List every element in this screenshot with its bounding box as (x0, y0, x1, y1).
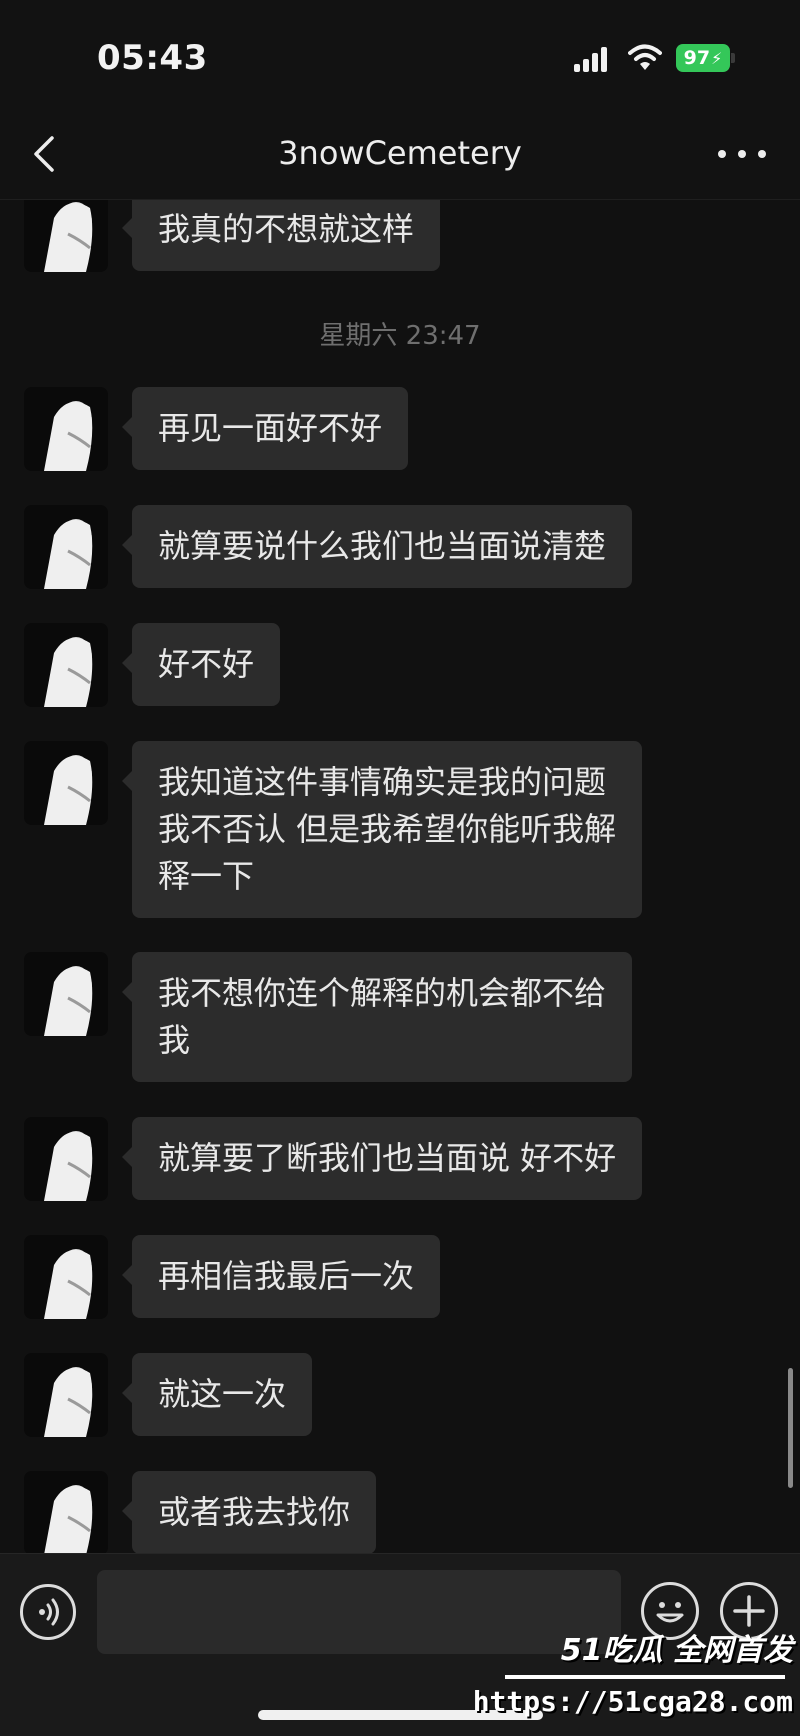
avatar-figure-icon (24, 1353, 108, 1437)
contact-avatar[interactable] (24, 505, 108, 589)
contact-avatar[interactable] (24, 387, 108, 471)
wifi-icon (628, 44, 662, 70)
chat-header: 3nowCemetery (0, 110, 800, 200)
avatar-figure-icon (24, 952, 108, 1036)
watermark-line (505, 1675, 785, 1679)
contact-avatar[interactable] (24, 200, 108, 272)
voice-input-button[interactable] (20, 1584, 76, 1640)
contact-avatar[interactable] (24, 623, 108, 707)
avatar-figure-icon (24, 387, 108, 471)
more-dot (758, 150, 766, 158)
message-bubble[interactable]: 再见一面好不好 (121, 387, 409, 470)
message-bubble[interactable]: 就算要说什么我们也当面说清楚 (121, 505, 633, 588)
message-bubble[interactable]: 再相信我最后一次 (121, 1235, 441, 1318)
more-options-icon[interactable] (718, 142, 766, 166)
avatar-figure-icon (24, 1471, 108, 1553)
message-bubble[interactable]: 我知道这件事情确实是我的问题 我不否认 但是我希望你能听我解 释一下 (121, 741, 643, 918)
status-time: 05:43 (97, 38, 208, 78)
battery-icon: 97 ⚡ (676, 44, 730, 72)
watermark-brand: 51吃瓜 全网首发 (560, 1633, 793, 1668)
message-bubble[interactable]: 我不想你连个解释的机会都不给 我 (121, 952, 633, 1082)
charging-bolt-icon: ⚡ (711, 48, 723, 68)
contact-avatar[interactable] (24, 741, 108, 825)
contact-avatar[interactable] (24, 1353, 108, 1437)
avatar-figure-icon (24, 200, 108, 272)
watermark: 51吃瓜 全网首发 https://51cga28.com (473, 1625, 797, 1733)
watermark-url: https://51cga28.com (472, 1685, 793, 1718)
contact-avatar[interactable] (24, 952, 108, 1036)
avatar-figure-icon (24, 623, 108, 707)
avatar-figure-icon (24, 1235, 108, 1319)
message-bubble[interactable]: 就算要了断我们也当面说 好不好 (121, 1117, 643, 1200)
chat-title: 3nowCemetery (278, 134, 522, 172)
chat-timestamp: 星期六 23:47 (319, 321, 481, 351)
message-list[interactable]: 我真的不想就这样 星期六 23:47 再见一面好不好 就算要说什么我们也当面说清… (0, 200, 800, 1553)
battery-level: 97 (683, 47, 711, 69)
avatar-figure-icon (24, 741, 108, 825)
cellular-signal-icon (574, 46, 608, 72)
scrollbar[interactable] (788, 1368, 793, 1488)
contact-avatar[interactable] (24, 1471, 108, 1553)
avatar-figure-icon (24, 505, 108, 589)
battery-nub (731, 53, 735, 63)
contact-avatar[interactable] (24, 1235, 108, 1319)
voice-wave-icon (39, 1598, 59, 1626)
message-bubble[interactable]: 或者我去找你 (121, 1471, 377, 1553)
message-bubble[interactable]: 好不好 (121, 623, 281, 706)
message-bubble[interactable]: 就这一次 (121, 1353, 313, 1436)
more-dot (738, 150, 746, 158)
message-bubble[interactable]: 我真的不想就这样 (121, 200, 441, 271)
status-bar: 05:43 97 ⚡ (0, 0, 800, 110)
contact-avatar[interactable] (24, 1117, 108, 1201)
avatar-figure-icon (24, 1117, 108, 1201)
more-dot (718, 150, 726, 158)
